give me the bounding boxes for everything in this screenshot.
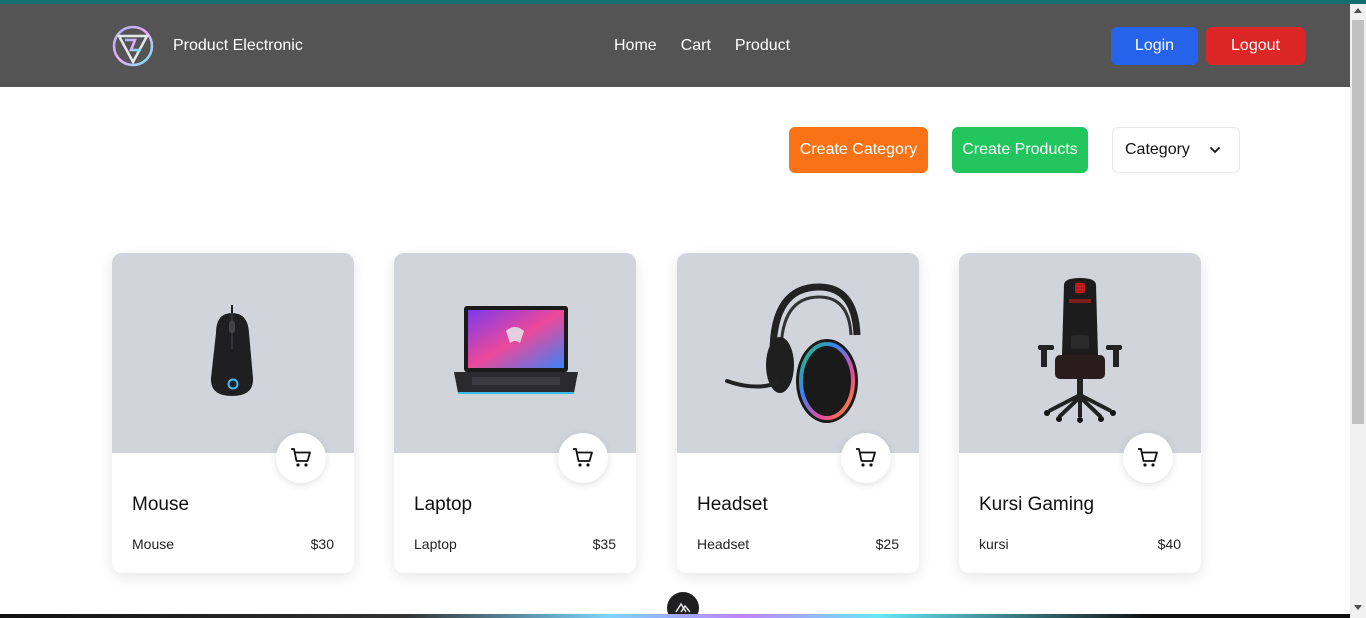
product-price: $25 <box>875 536 899 552</box>
nav-product-link[interactable]: Product <box>735 37 790 55</box>
product-card[interactable]: Headset Headset $25 <box>677 253 919 573</box>
headset-image-icon <box>725 283 861 423</box>
cart-icon <box>856 448 876 467</box>
product-card[interactable]: Kursi Gaming kursi $40 <box>959 253 1201 573</box>
product-price: $35 <box>592 536 616 552</box>
page-scrollbar[interactable] <box>1350 4 1366 618</box>
brand-name[interactable]: Product Electronic <box>173 37 303 55</box>
add-to-cart-button[interactable] <box>841 433 891 483</box>
product-image <box>959 253 1201 453</box>
product-image <box>677 253 919 453</box>
scroll-up-arrow-icon[interactable] <box>1354 8 1362 13</box>
product-title: Mouse <box>132 494 190 515</box>
product-title: Headset <box>697 494 768 515</box>
product-title: Laptop <box>414 494 473 515</box>
scroll-down-arrow-icon[interactable] <box>1354 605 1362 610</box>
create-category-button[interactable]: Create Category <box>789 127 928 173</box>
cart-icon <box>291 448 311 467</box>
nav-cart-link[interactable]: Cart <box>681 37 711 55</box>
login-button[interactable]: Login <box>1111 27 1198 65</box>
navbar: Product Electronic Home Cart Product Log… <box>0 4 1350 87</box>
nav-home-link[interactable]: Home <box>614 37 657 55</box>
product-card[interactable]: Laptop Laptop $35 <box>394 253 636 573</box>
add-to-cart-button[interactable] <box>558 433 608 483</box>
product-card[interactable]: Mouse Mouse $30 <box>112 253 354 573</box>
product-price: $40 <box>1157 536 1181 552</box>
product-price: $30 <box>310 536 334 552</box>
product-image <box>394 253 636 453</box>
gaming-chair-image-icon <box>1038 278 1122 423</box>
product-image <box>112 253 354 453</box>
category-select-value: Category <box>1125 141 1190 158</box>
scroll-thumb[interactable] <box>1352 20 1364 424</box>
add-to-cart-button[interactable] <box>276 433 326 483</box>
create-products-button[interactable]: Create Products <box>952 127 1088 173</box>
product-description: kursi <box>979 536 1009 552</box>
logout-button[interactable]: Logout <box>1206 27 1305 65</box>
laptop-image-icon <box>454 306 578 394</box>
product-title: Kursi Gaming <box>979 494 1095 515</box>
cart-icon <box>1138 448 1158 467</box>
product-description: Laptop <box>414 536 457 552</box>
product-description: Mouse <box>132 536 175 552</box>
mouse-image-icon <box>210 305 254 396</box>
chevron-down-icon <box>1210 147 1220 153</box>
bottom-gradient-strip <box>0 614 1350 618</box>
brand-logo-icon[interactable] <box>111 24 155 68</box>
product-description: Headset <box>697 536 750 552</box>
main-nav: Home Cart Product <box>614 37 790 55</box>
category-select[interactable]: Category <box>1112 127 1240 173</box>
add-to-cart-button[interactable] <box>1123 433 1173 483</box>
cart-icon <box>573 448 593 467</box>
